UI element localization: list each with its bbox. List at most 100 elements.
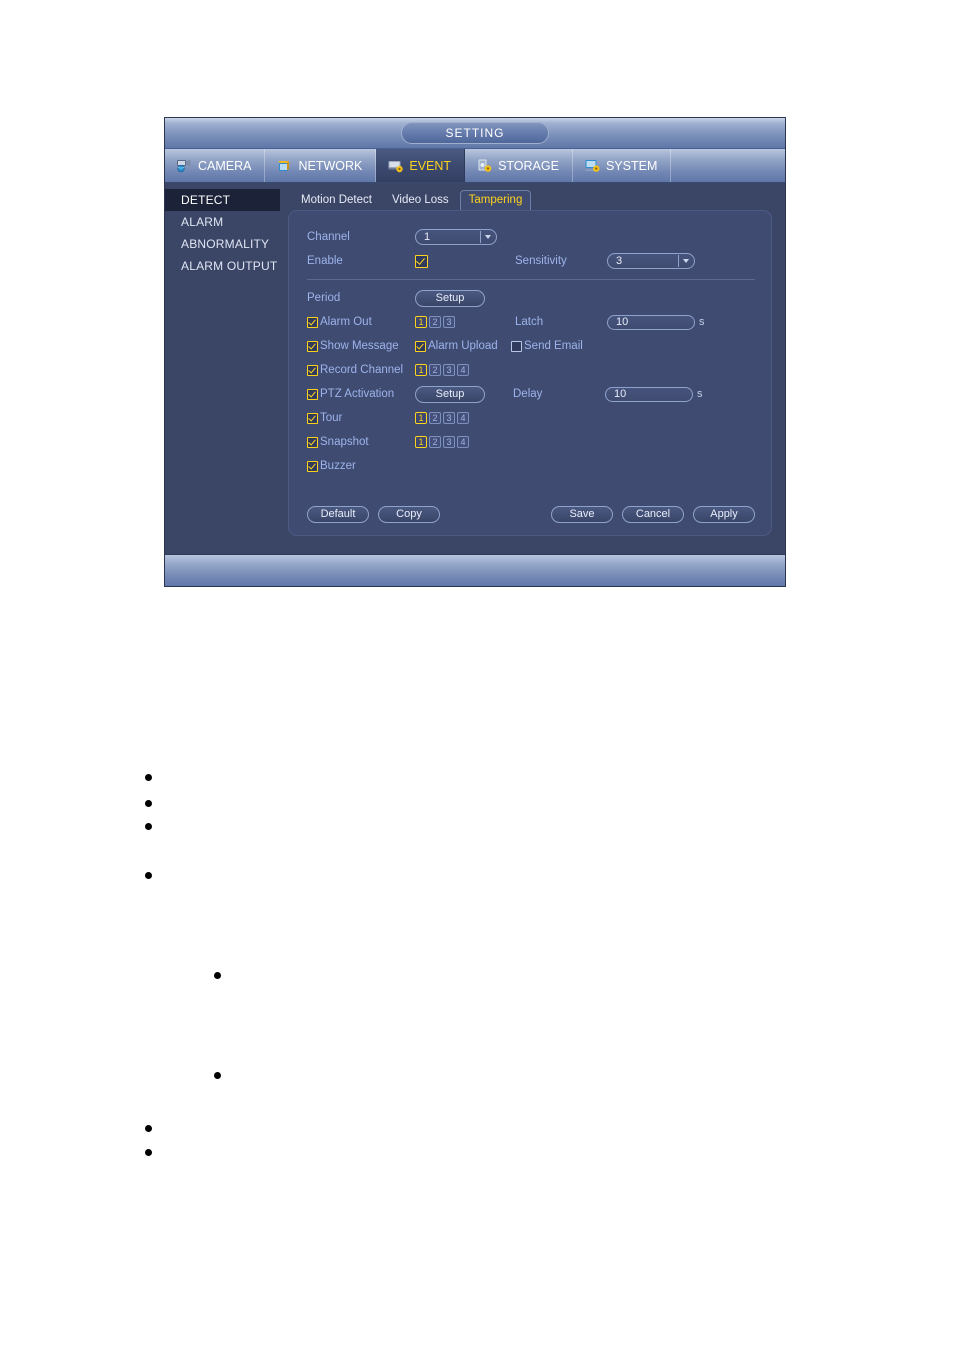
tour-channel-1[interactable]: 1	[415, 412, 427, 424]
nav-label-storage: STORAGE	[498, 158, 559, 173]
sensitivity-select[interactable]: 3	[607, 253, 695, 269]
enable-checkbox[interactable]	[415, 254, 428, 268]
sensitivity-label: Sensitivity	[515, 255, 567, 267]
tour-checkbox-row[interactable]: Tour	[307, 411, 415, 425]
sensitivity-value: 3	[616, 255, 623, 267]
record-channels: 1 2 3 4	[415, 364, 471, 376]
period-setup-button[interactable]: Setup	[415, 289, 485, 307]
nav-item-camera[interactable]: CAMERA	[165, 149, 266, 182]
buzzer-checkbox[interactable]	[307, 460, 318, 472]
record-channel-label: Record Channel	[320, 364, 404, 376]
record-channel-1[interactable]: 1	[415, 364, 427, 376]
row-channel: Channel 1	[307, 225, 755, 249]
latch-label: Latch	[515, 316, 544, 328]
record-channel-checkbox-row[interactable]: Record Channel	[307, 363, 415, 377]
snapshot-channel-4[interactable]: 4	[457, 436, 469, 448]
nav-item-storage[interactable]: STORAGE	[465, 149, 573, 182]
main-nav: CAMERA NETWORK EVENT STORAGE SYSTEM	[165, 149, 785, 183]
system-icon	[584, 158, 601, 173]
record-channel-3[interactable]: 3	[443, 364, 455, 376]
footer-left-group: Default Copy	[307, 506, 440, 523]
snapshot-channel-2[interactable]: 2	[429, 436, 441, 448]
window-titlebar: SETTING	[165, 118, 785, 149]
record-channel-checkbox[interactable]	[307, 364, 318, 376]
delay-unit: s	[697, 388, 703, 400]
alarm-out-channel-1[interactable]: 1	[415, 316, 427, 328]
list-item	[145, 823, 152, 830]
send-email-checkbox[interactable]	[511, 340, 522, 352]
show-message-checkbox[interactable]	[307, 340, 318, 352]
sidebar: DETECT ALARM ABNORMALITY ALARM OUTPUT	[165, 183, 280, 554]
show-message-checkbox-row[interactable]: Show Message	[307, 339, 415, 353]
default-button[interactable]: Default	[307, 506, 369, 523]
snapshot-checkbox[interactable]	[307, 436, 318, 448]
alarm-out-channel-3[interactable]: 3	[443, 316, 455, 328]
record-channel-2[interactable]: 2	[429, 364, 441, 376]
alarm-out-checkbox-row[interactable]: Alarm Out	[307, 315, 415, 329]
nav-item-system[interactable]: SYSTEM	[573, 149, 672, 182]
ptz-activation-checkbox-row[interactable]: PTZ Activation	[307, 387, 415, 401]
tour-channel-4[interactable]: 4	[457, 412, 469, 424]
row-buzzer: Buzzer	[307, 454, 755, 478]
apply-button[interactable]: Apply	[693, 506, 755, 523]
enable-label: Enable	[307, 255, 343, 267]
settings-panel: Channel 1 Enable Sensitivity 3 Period Se…	[288, 210, 772, 536]
alarm-upload-checkbox-row[interactable]: Alarm Upload	[415, 339, 511, 353]
storage-icon	[476, 158, 493, 173]
ptz-activation-checkbox[interactable]	[307, 388, 318, 400]
panel-footer: Default Copy Save Cancel Apply	[307, 506, 755, 523]
latch-input[interactable]: 10	[607, 314, 695, 330]
sidebar-item-alarm-output[interactable]: ALARM OUTPUT	[165, 255, 280, 277]
snapshot-channel-3[interactable]: 3	[443, 436, 455, 448]
tour-channel-3[interactable]: 3	[443, 412, 455, 424]
snapshot-checkbox-row[interactable]: Snapshot	[307, 435, 415, 449]
event-icon	[387, 158, 404, 173]
channel-select[interactable]: 1	[415, 229, 497, 245]
window-title: SETTING	[401, 122, 549, 144]
delay-label: Delay	[513, 388, 543, 400]
row-ptz-activation: PTZ Activation Setup Delay 10 s	[307, 382, 755, 406]
row-tour: Tour 1 2 3 4	[307, 406, 755, 430]
row-period: Period Setup	[307, 286, 755, 310]
delay-input[interactable]: 10	[605, 386, 693, 402]
send-email-checkbox-row[interactable]: Send Email	[511, 339, 583, 353]
nav-item-event[interactable]: EVENT	[376, 149, 466, 182]
record-channel-4[interactable]: 4	[457, 364, 469, 376]
snapshot-label: Snapshot	[320, 436, 369, 448]
section-divider	[307, 279, 755, 280]
alarm-out-channel-2[interactable]: 2	[429, 316, 441, 328]
row-snapshot: Snapshot 1 2 3 4	[307, 430, 755, 454]
nav-item-network[interactable]: NETWORK	[265, 149, 377, 182]
cancel-button[interactable]: Cancel	[622, 506, 684, 523]
send-email-label: Send Email	[524, 340, 583, 352]
chevron-down-icon[interactable]	[480, 231, 494, 243]
copy-button[interactable]: Copy	[378, 506, 440, 523]
period-label: Period	[307, 292, 341, 304]
alarm-out-checkbox[interactable]	[307, 316, 318, 328]
show-message-label: Show Message	[320, 340, 399, 352]
chevron-down-icon[interactable]	[678, 255, 692, 267]
sidebar-item-alarm[interactable]: ALARM	[165, 211, 280, 233]
window-footer-strip	[165, 554, 785, 586]
list-item	[145, 1125, 152, 1132]
tab-motion-detect[interactable]: Motion Detect	[292, 190, 381, 210]
tab-tampering[interactable]: Tampering	[459, 190, 532, 210]
sidebar-item-abnormality[interactable]: ABNORMALITY	[165, 233, 280, 255]
list-item	[145, 1149, 152, 1156]
snapshot-channel-1[interactable]: 1	[415, 436, 427, 448]
alarm-upload-checkbox[interactable]	[415, 340, 426, 352]
buzzer-checkbox-row[interactable]: Buzzer	[307, 459, 415, 473]
nav-label-system: SYSTEM	[605, 158, 658, 173]
ptz-setup-button[interactable]: Setup	[415, 385, 485, 403]
tour-label: Tour	[320, 412, 343, 424]
list-item-nested	[214, 972, 221, 979]
alarm-out-channels: 1 2 3	[415, 316, 515, 328]
buzzer-label: Buzzer	[320, 460, 356, 472]
sidebar-item-detect[interactable]: DETECT	[165, 189, 280, 211]
save-button[interactable]: Save	[551, 506, 613, 523]
tab-video-loss[interactable]: Video Loss	[383, 190, 458, 210]
tour-channel-2[interactable]: 2	[429, 412, 441, 424]
tour-checkbox[interactable]	[307, 412, 318, 424]
nav-label-network: NETWORK	[298, 158, 363, 173]
